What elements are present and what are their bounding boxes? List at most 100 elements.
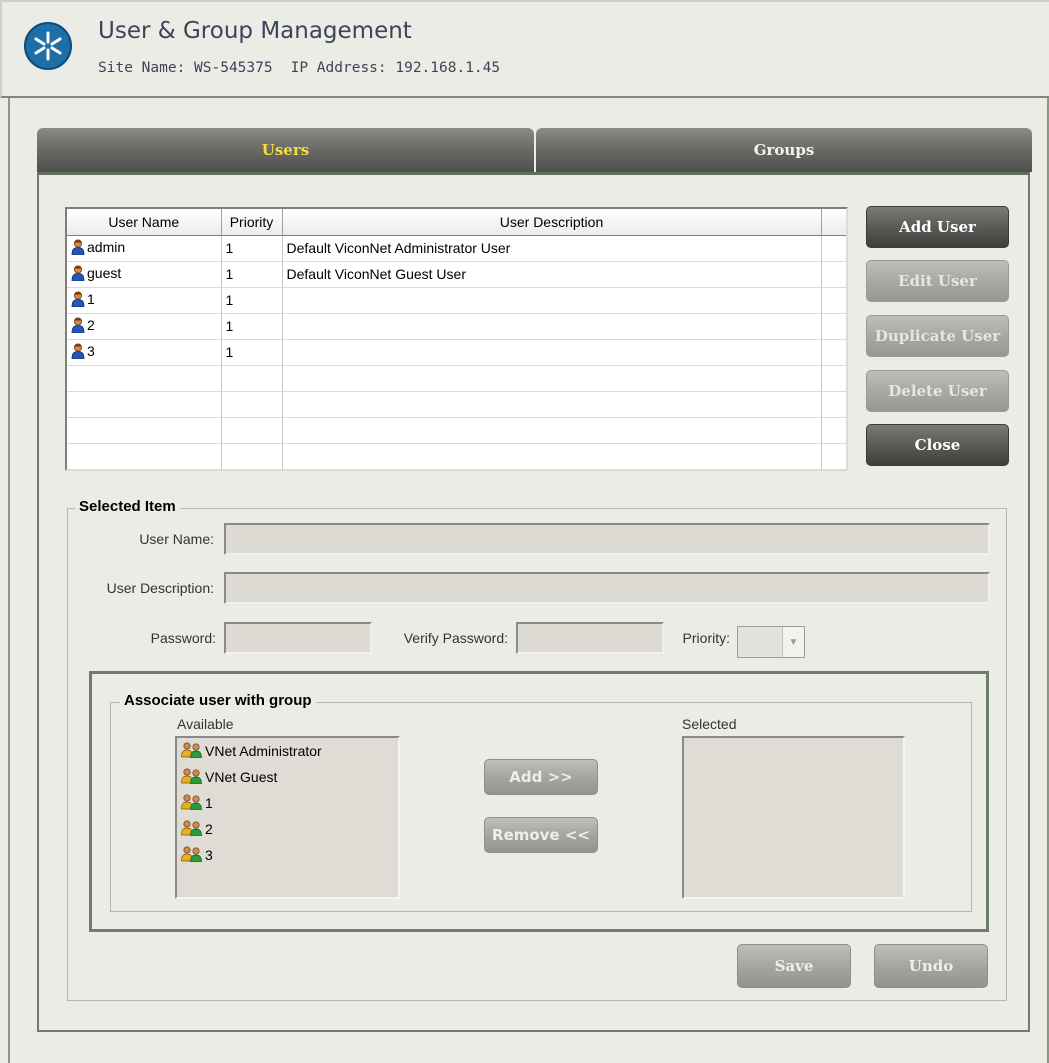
table-row[interactable]: 21	[67, 313, 846, 340]
app-logo-icon	[24, 22, 72, 70]
user-description-field[interactable]	[224, 572, 990, 604]
group-icon	[181, 845, 203, 865]
cell-description	[282, 339, 822, 366]
duplicate-user-button[interactable]: Duplicate User	[866, 315, 1009, 357]
verify-password-field[interactable]	[516, 622, 664, 654]
table-row[interactable]: admin 1 Default ViconNet Administrator Use…	[67, 235, 846, 262]
cell-description: Default ViconNet Administrator User	[282, 235, 822, 262]
group-icon	[181, 819, 203, 839]
cell-user-name: guest	[67, 261, 222, 288]
empty-cell	[221, 365, 283, 392]
selected-groups-list[interactable]	[682, 736, 905, 899]
user-name-text: guest	[87, 264, 122, 281]
delete-user-button[interactable]: Delete User	[866, 370, 1009, 412]
user-icon	[71, 265, 85, 284]
tab-users[interactable]: Users	[37, 128, 534, 172]
empty-cell	[282, 443, 822, 469]
cell-user-name: 3	[67, 339, 222, 366]
user-icon	[71, 317, 85, 336]
empty-table-row	[67, 443, 846, 469]
empty-cell	[67, 391, 222, 418]
password-field[interactable]	[224, 622, 372, 654]
site-info: Site Name: WS-545375 IP Address: 192.168.…	[98, 60, 500, 76]
user-name-text: admin	[87, 238, 126, 255]
add-user-button[interactable]: Add User	[866, 206, 1009, 248]
empty-table-row	[67, 365, 846, 392]
column-header-user-description[interactable]: User Description	[282, 209, 822, 236]
priority-label: Priority:	[682, 630, 730, 646]
table-row[interactable]: guest 1 Default ViconNet Guest User	[67, 261, 846, 288]
empty-cell	[282, 391, 822, 418]
empty-cell	[821, 391, 846, 418]
save-button[interactable]: Save	[737, 944, 851, 988]
users-table: User Name Priority User Description admi…	[65, 207, 848, 471]
selected-item-legend: Selected Item	[75, 498, 180, 515]
empty-cell	[282, 365, 822, 392]
user-name-label: User Name:	[139, 531, 214, 547]
cell-user-name: 1	[67, 287, 222, 314]
empty-table-row	[67, 391, 846, 418]
empty-cell	[282, 417, 822, 444]
list-item[interactable]: 2	[177, 816, 398, 842]
group-name: 3	[205, 847, 213, 863]
table-row[interactable]: 31	[67, 339, 846, 366]
empty-cell	[67, 417, 222, 444]
list-item[interactable]: 1	[177, 790, 398, 816]
cell-priority: 1	[221, 261, 283, 288]
empty-cell	[67, 443, 222, 469]
column-header-user-name[interactable]: User Name	[67, 209, 222, 236]
priority-select[interactable]: ▼	[737, 626, 805, 658]
user-name-field[interactable]	[224, 523, 990, 555]
associate-legend: Associate user with group	[120, 692, 316, 709]
cell-priority: 1	[221, 287, 283, 314]
ip-address: IP Address: 192.168.1.45	[290, 60, 501, 76]
cell-priority: 1	[221, 339, 283, 366]
remove-group-button[interactable]: Remove <<	[484, 817, 598, 853]
group-name: 1	[205, 795, 213, 811]
undo-button[interactable]: Undo	[874, 944, 988, 988]
empty-cell	[221, 417, 283, 444]
user-name-text: 3	[87, 342, 95, 359]
chevron-down-icon[interactable]: ▼	[782, 627, 804, 657]
user-name-text: 2	[87, 316, 95, 333]
cell-priority: 1	[221, 235, 283, 262]
group-name: 2	[205, 821, 213, 837]
empty-cell	[221, 391, 283, 418]
group-icon	[181, 793, 203, 813]
user-icon	[71, 239, 85, 258]
close-button[interactable]: Close	[866, 424, 1009, 466]
cell-filler	[821, 235, 846, 262]
user-description-label: User Description:	[106, 580, 214, 596]
tab-groups[interactable]: Groups	[536, 128, 1032, 172]
available-label: Available	[177, 716, 234, 732]
add-group-button[interactable]: Add >>	[484, 759, 598, 795]
window-header: User & Group Management Site Name: WS-54…	[0, 0, 1049, 98]
site-name: Site Name: WS-545375	[98, 60, 273, 76]
table-row[interactable]: 11	[67, 287, 846, 314]
group-icon	[181, 741, 203, 761]
password-label: Password:	[150, 630, 216, 646]
verify-password-label: Verify Password:	[403, 630, 508, 646]
cell-description	[282, 313, 822, 340]
cell-description: Default ViconNet Guest User	[282, 261, 822, 288]
app-title: User & Group Management	[98, 18, 412, 44]
list-item[interactable]: VNet Guest	[177, 764, 398, 790]
empty-cell	[821, 417, 846, 444]
available-groups-list[interactable]: VNet Administrator VNet Guest 1 2 3	[175, 736, 400, 899]
group-icon	[181, 767, 203, 787]
empty-table-row	[67, 417, 846, 444]
column-header-priority[interactable]: Priority	[221, 209, 283, 236]
user-icon	[71, 343, 85, 362]
cell-filler	[821, 287, 846, 314]
user-icon	[71, 291, 85, 310]
list-item[interactable]: VNet Administrator	[177, 738, 398, 764]
cell-filler	[821, 339, 846, 366]
group-name: VNet Administrator	[205, 743, 322, 759]
group-name: VNet Guest	[205, 769, 278, 785]
list-item[interactable]: 3	[177, 842, 398, 868]
cell-priority: 1	[221, 313, 283, 340]
empty-cell	[221, 443, 283, 469]
cell-filler	[821, 313, 846, 340]
edit-user-button[interactable]: Edit User	[866, 260, 1009, 302]
selected-label: Selected	[682, 716, 737, 732]
